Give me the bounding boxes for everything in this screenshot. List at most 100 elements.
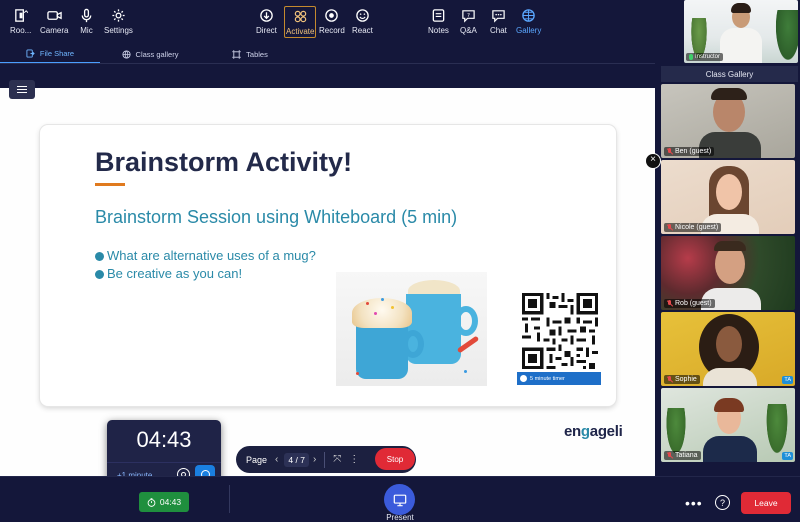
toolbar-divider <box>229 485 230 513</box>
slide-title: Brainstorm Activity! <box>95 147 353 177</box>
timer-divider <box>107 462 221 463</box>
page-number-input[interactable]: 4 / 7 <box>284 452 309 467</box>
participant-tile[interactable]: Tatiana TA <box>661 388 795 462</box>
react-button[interactable]: React <box>352 8 373 35</box>
previous-page-icon[interactable]: ‹ <box>275 454 278 465</box>
qa-button[interactable]: ? Q&A <box>460 8 477 35</box>
activate-label: Activate <box>286 27 315 36</box>
record-button[interactable]: Record <box>319 8 345 35</box>
participant-name-tag: Tatiana <box>664 451 701 460</box>
tab-tables[interactable]: Tables <box>200 45 300 64</box>
camera-button[interactable]: Camera <box>40 8 68 35</box>
more-options-icon[interactable]: ••• <box>685 495 703 511</box>
instructor-hair <box>731 3 751 13</box>
qr-caption: 5 minute timer <box>517 372 601 385</box>
timer-chip[interactable]: 04:43 <box>139 492 189 512</box>
hamburger-menu-button[interactable] <box>9 80 35 99</box>
timer-chip-label: 04:43 <box>159 497 182 507</box>
notes-button[interactable]: Notes <box>428 8 449 35</box>
title-underline <box>95 183 125 186</box>
slide-bullets: What are alternative uses of a mug? Be c… <box>95 247 316 283</box>
direct-button[interactable]: Direct <box>256 8 277 35</box>
gallery-header: Class Gallery <box>661 66 798 82</box>
hamburger-icon <box>17 88 27 91</box>
ta-badge: TA <box>782 376 793 384</box>
mug-handle <box>402 330 424 358</box>
share-icon <box>26 49 35 58</box>
present-icon <box>393 494 406 506</box>
bullet-item: What are alternative uses of a mug? <box>95 247 316 265</box>
participant-tile[interactable]: Nicole (guest) <box>661 160 795 234</box>
next-page-icon[interactable]: › <box>313 454 316 465</box>
gallery-grid-icon <box>522 9 535 22</box>
present-button[interactable] <box>384 484 415 515</box>
notes-label: Notes <box>428 26 449 35</box>
bullet-item: Be creative as you can! <box>95 265 316 283</box>
chat-button[interactable]: Chat <box>490 8 507 35</box>
mug-cake-front <box>352 298 412 328</box>
stop-sharing-button[interactable]: Stop <box>375 448 415 470</box>
globe-icon <box>121 50 131 59</box>
settings-label: Settings <box>104 26 133 35</box>
ta-badge: TA <box>782 452 793 460</box>
camera-icon <box>47 11 62 20</box>
participant-name-tag: Sophie <box>664 375 700 384</box>
mug-cake-image <box>336 272 487 386</box>
instructor-video-tile[interactable]: Instructor <box>684 0 798 63</box>
sprinkle <box>356 372 359 375</box>
instructor-name-tag: Instructor <box>686 53 724 61</box>
pill-divider <box>324 451 326 468</box>
leave-button[interactable]: Leave <box>741 492 791 514</box>
participant-tile[interactable]: Rob (guest) <box>661 236 795 310</box>
activate-button[interactable]: Activate <box>284 6 317 38</box>
qr-code <box>522 293 598 369</box>
close-icon[interactable]: × <box>645 153 661 169</box>
participant-name-tag: Nicole (guest) <box>664 223 722 232</box>
sprinkle <box>391 306 394 309</box>
clock-icon <box>520 375 527 382</box>
svg-text:?: ? <box>467 13 470 19</box>
tables-icon <box>232 50 242 59</box>
qr-caption-text: 5 minute timer <box>530 375 565 382</box>
gallery-label: Gallery <box>516 26 542 35</box>
laser-pointer-icon[interactable]: ⤧ <box>333 454 341 465</box>
activate-icon <box>294 10 306 23</box>
notes-icon <box>432 9 445 22</box>
smiley-icon <box>356 9 369 22</box>
record-label: Record <box>319 26 345 35</box>
gallery-button[interactable]: Gallery <box>516 8 541 35</box>
more-vertical-icon[interactable]: ⋮ <box>349 454 359 465</box>
page-label: Page <box>246 454 268 465</box>
mic-off-icon <box>666 148 673 155</box>
rooms-icon <box>15 9 29 22</box>
settings-button[interactable]: Settings <box>104 8 133 35</box>
rooms-button[interactable]: Roo... <box>10 8 31 35</box>
participant-tile[interactable]: Ben (guest) <box>661 84 795 158</box>
sprinkle <box>366 302 369 305</box>
mic-button[interactable]: Mic <box>79 8 94 35</box>
slide-subtitle: Brainstorm Session using Whiteboard (5 m… <box>95 207 458 227</box>
mug-handle <box>454 306 478 336</box>
instructor-body <box>720 28 762 63</box>
help-icon[interactable]: ? <box>715 495 730 510</box>
participant-name-tag: Rob (guest) <box>664 299 715 308</box>
camera-label: Camera <box>40 26 69 35</box>
tab-label: File Share <box>39 49 75 58</box>
sprinkle <box>374 312 377 315</box>
react-label: React <box>352 26 373 35</box>
tab-class-gallery[interactable]: Class gallery <box>100 45 200 64</box>
sprinkle <box>381 298 384 301</box>
timer-display: 04:43 <box>136 427 192 452</box>
participant-tile[interactable]: Sophie TA <box>661 312 795 386</box>
direct-icon <box>260 9 273 22</box>
tab-label: Class gallery <box>135 50 179 59</box>
mic-off-icon <box>666 452 673 459</box>
microphone-icon <box>81 8 92 23</box>
plant-decoration <box>774 10 798 63</box>
slide-card: Brainstorm Activity! Brainstorm Session … <box>40 125 616 406</box>
gear-icon <box>112 9 125 22</box>
tab-file-share[interactable]: File Share <box>0 45 100 64</box>
rooms-label: Roo... <box>10 26 32 35</box>
tab-strip: File Share Class gallery Tables <box>0 45 300 64</box>
chat-icon <box>492 10 505 23</box>
